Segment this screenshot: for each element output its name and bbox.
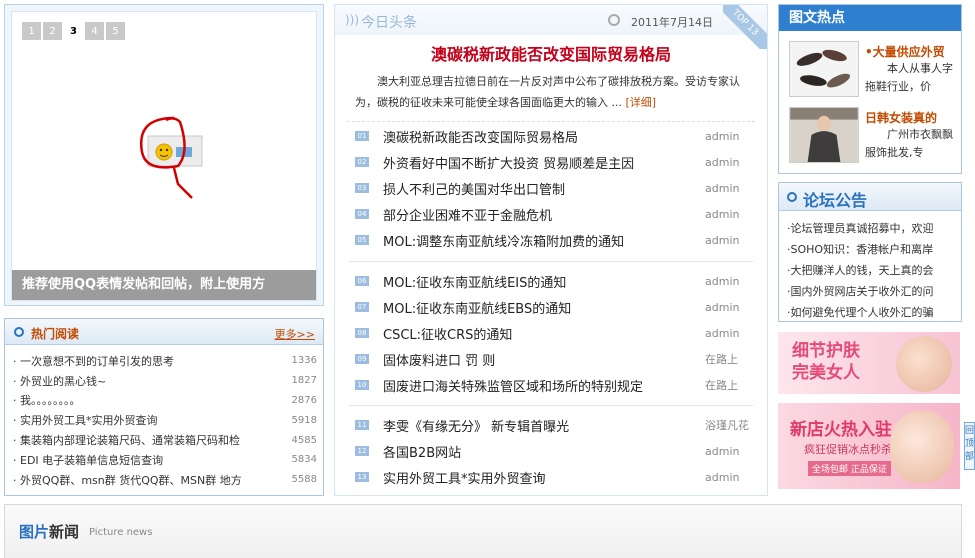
pic-hot-item[interactable]: 日韩女装真的 广州市衣飘飘服饰批发,专 — [789, 107, 959, 163]
ad-headline: 新店火热入驻 — [790, 420, 892, 440]
news-item[interactable]: 09 固体废料进口 罚 则在路上 — [355, 346, 755, 372]
new-store-ad-banner[interactable]: 新店火热入驻 疯狂促销冰点秒杀 全场包邮 正品保证 — [778, 403, 960, 489]
list-item[interactable]: ·大把赚洋人的钱，天上真的会 — [787, 259, 959, 280]
clock-icon — [608, 14, 620, 26]
forum-notice-header: 论坛公告 — [779, 183, 961, 211]
slideshow-panel: 1 2 3 4 5 推荐使用QQ表情发帖和回帖，附上使用方 — [4, 4, 324, 306]
slide-page-5[interactable]: 5 — [106, 22, 125, 40]
slide-image[interactable] — [134, 112, 204, 207]
list-item[interactable]: ·如何避免代理个人收外汇的骗 — [787, 301, 959, 322]
slide-page-1[interactable]: 1 — [22, 22, 41, 40]
bullet-circle-icon — [14, 327, 24, 337]
fashion-thumbnail[interactable] — [789, 107, 859, 163]
news-item[interactable]: 04 部分企业困难不亚于金融危机 admin — [355, 201, 755, 227]
list-item[interactable]: · 实用外贸工具*实用外贸查询 5918 — [13, 410, 317, 430]
list-item[interactable]: ·论坛管理员真诚招募中，欢迎 — [787, 217, 959, 238]
slide-page-4[interactable]: 4 — [85, 22, 104, 40]
list-item[interactable]: ·国内外贸网店关于收外汇的问 — [787, 280, 959, 301]
slide-caption[interactable]: 推荐使用QQ表情发帖和回帖，附上使用方 — [12, 270, 316, 300]
pic-hot-item-desc: 本人从事人字拖鞋行业，价 — [865, 62, 953, 93]
divider — [347, 121, 755, 122]
news-item[interactable]: 07 MOL:征收东南亚航线EBS的通知 admin — [355, 294, 755, 320]
list-item[interactable]: · 外贸业的黑心钱~ 1827 — [13, 371, 317, 391]
slideshow-pager: 1 2 3 4 5 — [22, 22, 125, 40]
list-item[interactable]: · 我。。。。。。。。 2876 — [13, 391, 317, 411]
pic-hot-panel: 图文热点 •大量供应外贸 本人从事人字拖鞋行业，价 日韩女装真的 广州市衣飘飘服… — [778, 4, 962, 174]
pic-hot-item-title[interactable]: •大量供应外贸 — [865, 43, 959, 60]
news-item[interactable]: 03 损人不利己的美国对华出口管制 admin — [355, 175, 755, 201]
top-news-panel: ))) 今日头条 2011年7月14日 TOP 13 澳碳税新政能否改变国际贸易… — [334, 4, 768, 496]
news-item[interactable]: 01 澳碳税新政能否改变国际贸易格局 admin — [355, 123, 755, 149]
skincare-ad-banner[interactable]: 细节护肤 完美女人 — [778, 332, 960, 394]
picture-news-panel: 图片新闻 Picture news — [4, 504, 962, 558]
hot-reading-title: 热门阅读 — [31, 327, 80, 341]
news-item[interactable]: 11 李雯《有缘无分》 新专辑首曝光 浴瑾凡花 — [355, 412, 755, 438]
slide-page-2[interactable]: 2 — [43, 22, 62, 40]
headline-summary: 澳大利亚总理吉拉德日前在一片反对声中公布了碳排放税方案。受访专家认为，碳税的征收… — [355, 75, 740, 109]
hot-reading-more-link[interactable]: 更多>> — [275, 326, 315, 342]
model-image — [896, 336, 952, 392]
pic-hot-item[interactable]: •大量供应外贸 本人从事人字拖鞋行业，价 — [789, 41, 959, 97]
news-list-group-2: 06 MOL:征收东南亚航线EIS的通知 admin 07 MOL:征收东南亚航线EB… — [355, 268, 755, 398]
top-news-label: 今日头条 — [361, 15, 417, 31]
slide-page-3[interactable]: 3 — [64, 22, 83, 40]
hot-reading-list: · 一次意想不到的订单引发的思考 1336 · 外贸业的黑心钱~ 1827 · 我。… — [13, 351, 317, 490]
ad-subtitle: 疯狂促销冰点秒杀 — [804, 443, 892, 456]
forum-notice-panel: 论坛公告 ·论坛管理员真诚招募中，欢迎 ·SOHO知识：香港帐户和离岸 ·大把赚… — [778, 182, 962, 322]
pic-hot-title: 图文热点 — [779, 5, 961, 31]
top-news-date: 2011年7月14日 — [631, 16, 713, 29]
pic-hot-item-desc: 广州市衣飘飘服饰批发,专 — [865, 128, 953, 159]
news-item[interactable]: 10 固废进口海关特殊监管区域和场所的特别规定 在路上 — [355, 372, 755, 398]
list-item[interactable]: · 集装箱内部理论装箱尺码、通常装箱尺码和检 4585 — [13, 430, 317, 450]
top-news-header: ))) 今日头条 2011年7月14日 — [335, 5, 767, 35]
forum-notice-list: ·论坛管理员真诚招募中，欢迎 ·SOHO知识：香港帐户和离岸 ·大把赚洋人的钱，… — [787, 217, 959, 322]
news-item[interactable]: 05 MOL:调整东南亚航线冷冻箱附加费的通知 admin — [355, 227, 755, 253]
hot-reading-header: 热门阅读 更多>> — [5, 319, 323, 345]
picture-news-title: 图片新闻 — [19, 523, 80, 541]
news-item[interactable]: 12 各国B2B网站 admin — [355, 438, 755, 464]
ad-text: 细节护肤 完美女人 — [792, 341, 860, 383]
news-item[interactable]: 06 MOL:征收东南亚航线EIS的通知 admin — [355, 268, 755, 294]
picture-news-subtitle: Picture news — [89, 527, 153, 538]
divider — [349, 405, 753, 406]
news-item[interactable]: 13 实用外贸工具*实用外贸查询 admin — [355, 464, 755, 490]
news-item[interactable]: 02 外资看好中国不断扩大投资 贸易顺差是主因 admin — [355, 149, 755, 175]
list-item[interactable]: · 一次意想不到的订单引发的思考 1336 — [13, 351, 317, 371]
list-item[interactable]: · 外贸QQ群、msn群 货代QQ群、MSN群 地方 5588 — [13, 470, 317, 490]
shoes-thumbnail[interactable] — [789, 41, 859, 97]
pic-hot-item-title[interactable]: 日韩女装真的 — [865, 109, 959, 126]
side-float-tab[interactable]: 回顶部 — [964, 422, 975, 470]
hot-reading-panel: 热门阅读 更多>> · 一次意想不到的订单引发的思考 1336 · 外贸业的黑心钱… — [4, 318, 324, 496]
forum-notice-title: 论坛公告 — [803, 191, 868, 210]
list-item[interactable]: · EDI 电子装箱单信息短信查询 5834 — [13, 450, 317, 470]
news-list-group-1: 01 澳碳税新政能否改变国际贸易格局 admin 02 外资看好中国不断扩大投资 贸易… — [355, 123, 755, 253]
headline-link[interactable]: 澳碳税新政能否改变国际贸易格局 — [335, 41, 767, 65]
signal-icon: ))) — [345, 13, 360, 27]
list-item[interactable]: ·SOHO知识：香港帐户和离岸 — [787, 238, 959, 259]
detail-link[interactable]: [详细] — [626, 96, 657, 109]
ad-tag: 全场包邮 正品保证 — [808, 461, 891, 476]
model-image — [890, 411, 954, 483]
news-list-group-3: 11 李雯《有缘无分》 新专辑首曝光 浴瑾凡花 12 各国B2B网站 admin 13 实… — [355, 412, 755, 490]
news-item[interactable]: 08 CSCL:征收CRS的通知 admin — [355, 320, 755, 346]
divider — [349, 261, 753, 262]
bullet-circle-icon — [787, 192, 797, 202]
slideshow-frame: 1 2 3 4 5 推荐使用QQ表情发帖和回帖，附上使用方 — [11, 11, 317, 301]
